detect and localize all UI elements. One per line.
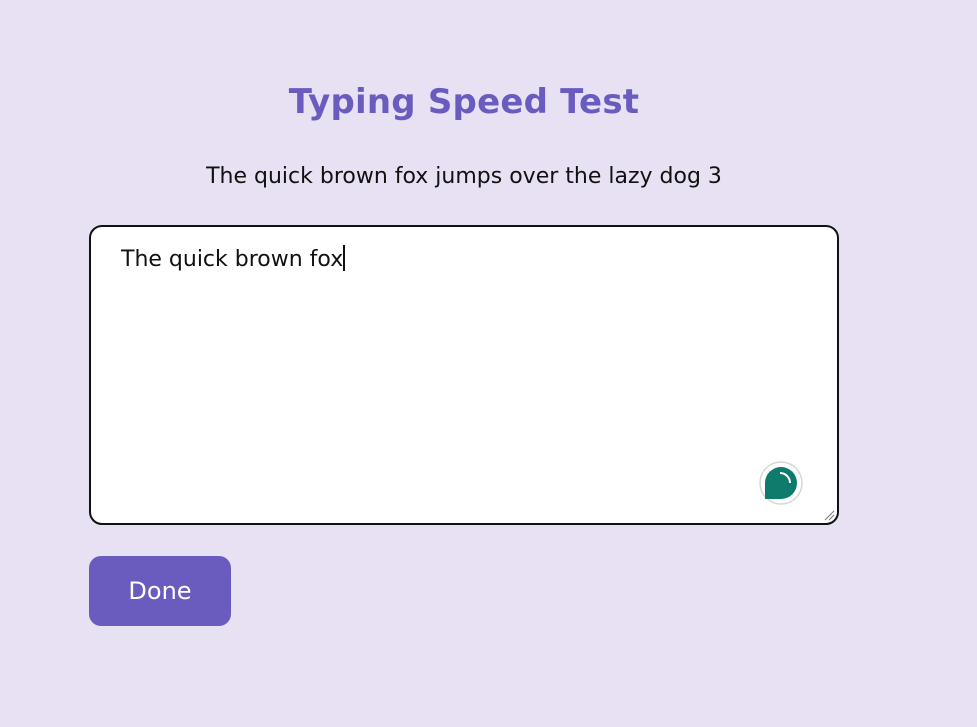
text-caret	[343, 245, 346, 271]
done-button[interactable]: Done	[89, 556, 231, 626]
typed-text: The quick brown fox	[121, 247, 344, 272]
page-title: Typing Speed Test	[288, 82, 640, 122]
resize-handle-icon[interactable]	[823, 509, 835, 521]
target-sentence: The quick brown fox jumps over the lazy …	[206, 164, 722, 189]
typing-input-text: The quick brown fox	[121, 245, 346, 272]
typing-input[interactable]: The quick brown fox	[89, 225, 839, 525]
grammar-assistant-icon[interactable]	[759, 461, 803, 505]
